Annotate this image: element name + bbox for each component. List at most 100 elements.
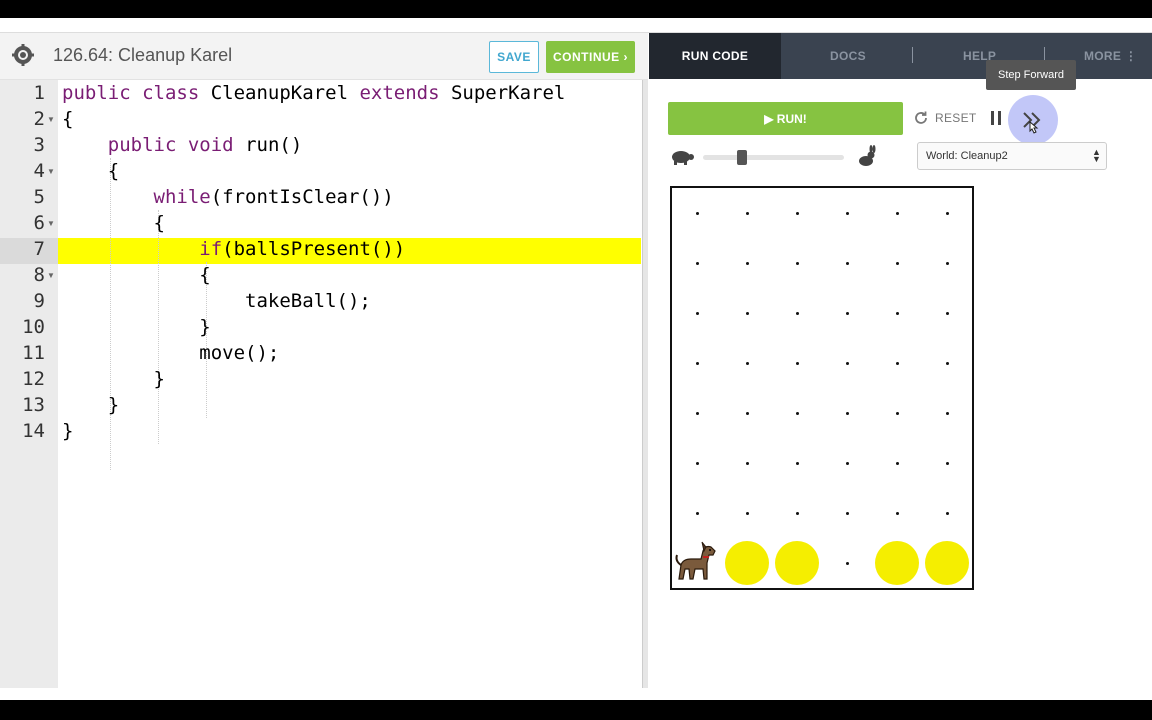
grid-dot	[945, 211, 949, 215]
grid-dot	[695, 511, 699, 515]
grid-dot	[745, 311, 749, 315]
grid-dot	[945, 311, 949, 315]
fold-arrow-icon[interactable]: ▼	[47, 262, 55, 288]
grid-dot	[945, 461, 949, 465]
grid-dot	[845, 361, 849, 365]
top-strip	[0, 18, 1152, 33]
editor-header: 126.64: Cleanup Karel SAVE CONTINUE ›	[0, 33, 648, 80]
grid-dot	[845, 411, 849, 415]
grid-dot	[795, 461, 799, 465]
code-line[interactable]: }	[62, 366, 165, 392]
line-number: 5	[33, 186, 45, 208]
save-button[interactable]: SAVE	[489, 41, 539, 73]
code-line[interactable]: public class CleanupKarel extends SuperK…	[62, 80, 565, 106]
grid-dot	[795, 361, 799, 365]
karel-dog-icon	[675, 541, 716, 580]
grid-dot	[695, 361, 699, 365]
bottom-black-bar	[0, 700, 1152, 720]
grid-dot	[745, 211, 749, 215]
code-line[interactable]: public void run()	[62, 132, 303, 158]
grid-dot	[845, 561, 849, 565]
grid-dot	[745, 411, 749, 415]
continue-button[interactable]: CONTINUE ›	[546, 41, 635, 73]
line-number: 2	[33, 108, 45, 130]
tab-run-code[interactable]: RUN CODE	[649, 33, 781, 79]
grid-dot	[895, 211, 899, 215]
code-line[interactable]: {	[62, 262, 210, 288]
refresh-icon	[915, 111, 927, 124]
grid-dot	[695, 311, 699, 315]
page-title: 126.64: Cleanup Karel	[53, 45, 233, 65]
line-number: 12	[22, 368, 45, 390]
world-select[interactable]: World: Cleanup2	[917, 142, 1107, 170]
pause-icon[interactable]	[990, 111, 1002, 125]
grid-dot	[695, 411, 699, 415]
grid-dot	[795, 211, 799, 215]
run-button[interactable]: ▶ RUN!	[668, 102, 903, 135]
grid-dot	[945, 261, 949, 265]
grid-dot	[895, 311, 899, 315]
panel-divider[interactable]	[642, 80, 648, 688]
code-line[interactable]: }	[62, 418, 73, 444]
grid-dot	[895, 461, 899, 465]
grid-dot	[895, 511, 899, 515]
speed-slider[interactable]	[703, 155, 844, 160]
line-number: 11	[22, 342, 45, 364]
code-line[interactable]: {	[62, 158, 119, 184]
line-number: 13	[22, 394, 45, 416]
code-editor[interactable]: 1 2 3 4 5 6 7 8 9 10 11 12 13 14 ▼ ▼ ▼ ▼…	[0, 80, 642, 688]
grid-dot	[845, 211, 849, 215]
tab-more[interactable]: MORE ⋮	[1084, 33, 1137, 79]
ball	[925, 541, 969, 585]
grid-dot	[895, 261, 899, 265]
line-number: 7	[33, 238, 45, 260]
line-number: 9	[33, 290, 45, 312]
code-line[interactable]: while(frontIsClear())	[62, 184, 394, 210]
fold-arrow-icon[interactable]: ▼	[47, 210, 55, 236]
step-forward-button[interactable]	[1008, 95, 1058, 145]
tab-separator	[912, 47, 913, 63]
tooltip: Step Forward	[986, 60, 1076, 90]
speed-slider-handle[interactable]	[737, 150, 747, 165]
grid-dot	[845, 511, 849, 515]
ball	[875, 541, 919, 585]
grid-dot	[795, 511, 799, 515]
reset-button[interactable]: RESET	[913, 110, 977, 126]
rabbit-icon	[859, 145, 876, 166]
grid-dot	[945, 511, 949, 515]
code-line[interactable]: {	[62, 210, 165, 236]
code-line[interactable]: }	[62, 392, 119, 418]
karel-world	[670, 186, 974, 590]
grid-dot	[945, 361, 949, 365]
reset-label: RESET	[935, 111, 977, 125]
grid-dot	[795, 411, 799, 415]
ball	[775, 541, 819, 585]
grid-dot	[745, 511, 749, 515]
grid-dot	[745, 361, 749, 365]
line-number: 3	[33, 134, 45, 156]
grid-dot	[745, 461, 749, 465]
gear-icon[interactable]	[12, 44, 34, 66]
tab-docs[interactable]: DOCS	[830, 33, 866, 79]
fold-arrow-icon[interactable]: ▼	[47, 106, 55, 132]
line-number: 6	[33, 212, 45, 234]
grid-dot	[695, 461, 699, 465]
grid-dot	[845, 461, 849, 465]
ball	[725, 541, 769, 585]
code-line[interactable]: }	[62, 314, 210, 340]
grid-dot	[845, 261, 849, 265]
code-line[interactable]: {	[62, 106, 73, 132]
line-number: 4	[33, 160, 45, 182]
top-black-bar	[0, 0, 1152, 18]
select-arrows-icon: ▲ ▼	[1092, 147, 1101, 164]
grid-dot	[895, 411, 899, 415]
grid-dot	[695, 211, 699, 215]
code-line[interactable]: move();	[62, 340, 279, 366]
grid-dot	[795, 311, 799, 315]
grid-dot	[945, 411, 949, 415]
code-line[interactable]: takeBall();	[62, 288, 371, 314]
fold-arrow-icon[interactable]: ▼	[47, 158, 55, 184]
grid-dot	[845, 311, 849, 315]
line-number: 1	[33, 82, 45, 104]
code-line[interactable]: if(ballsPresent())	[62, 236, 405, 262]
